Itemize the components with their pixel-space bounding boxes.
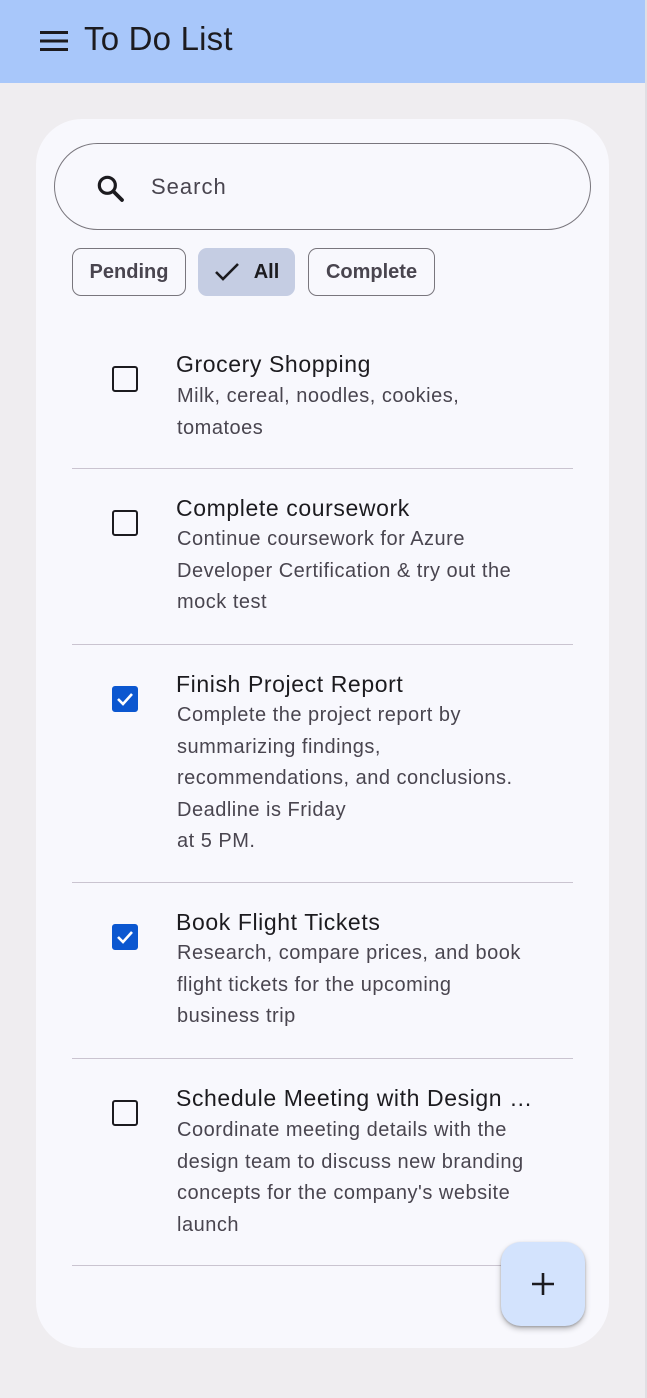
task-title: Book Flight Tickets — [176, 909, 381, 935]
task-row[interactable]: Complete coursework Continue coursework … — [72, 469, 573, 645]
filter-chip-all[interactable]: All — [198, 248, 295, 296]
task-title: Finish Project Report — [176, 671, 404, 697]
task-description: Complete the project report by summarizi… — [177, 704, 513, 852]
filter-chip-label: Pending — [89, 260, 169, 283]
app-title: To Do List — [84, 20, 233, 57]
checkmark-icon — [117, 931, 133, 944]
plus-icon — [532, 1273, 554, 1295]
search-bar[interactable] — [54, 143, 591, 230]
task-description: Continue coursework for Azure Developer … — [177, 528, 512, 613]
checkmark-icon — [117, 693, 133, 706]
menu-icon[interactable] — [40, 31, 68, 51]
task-description: Milk, cereal, noodles, cookies, tomatoes — [177, 385, 460, 439]
task-card: Pending All Complete Grocery Shopping Mi… — [36, 119, 609, 1348]
task-checkbox[interactable] — [112, 1100, 138, 1126]
filter-chip-label: All — [253, 260, 280, 283]
task-checkbox[interactable] — [112, 366, 138, 392]
task-list: Grocery Shopping Milk, cereal, noodles, … — [72, 326, 573, 1266]
check-icon — [214, 263, 239, 281]
filter-chip-label: Complete — [325, 260, 418, 283]
search-icon — [97, 175, 124, 202]
search-input[interactable] — [151, 166, 551, 208]
task-description: Coordinate meeting details with the desi… — [177, 1119, 524, 1236]
task-row[interactable]: Finish Project Report Complete the proje… — [72, 645, 573, 883]
filter-chip-pending[interactable]: Pending — [72, 248, 186, 296]
task-checkbox[interactable] — [112, 510, 138, 536]
task-checkbox[interactable] — [112, 686, 138, 712]
add-task-button[interactable] — [501, 1242, 585, 1326]
task-title: Schedule Meeting with Design … — [176, 1085, 533, 1111]
task-description: Research, compare prices, and book fligh… — [177, 942, 521, 1027]
app-bar: To Do List — [0, 0, 645, 83]
filter-chip-complete[interactable]: Complete — [308, 248, 435, 296]
task-title: Grocery Shopping — [176, 351, 371, 377]
task-checkbox[interactable] — [112, 924, 138, 950]
task-row[interactable]: Schedule Meeting with Design … Coordinat… — [72, 1059, 573, 1266]
task-row[interactable]: Grocery Shopping Milk, cereal, noodles, … — [72, 326, 573, 469]
task-row[interactable]: Book Flight Tickets Research, compare pr… — [72, 883, 573, 1059]
task-title: Complete coursework — [176, 495, 410, 521]
